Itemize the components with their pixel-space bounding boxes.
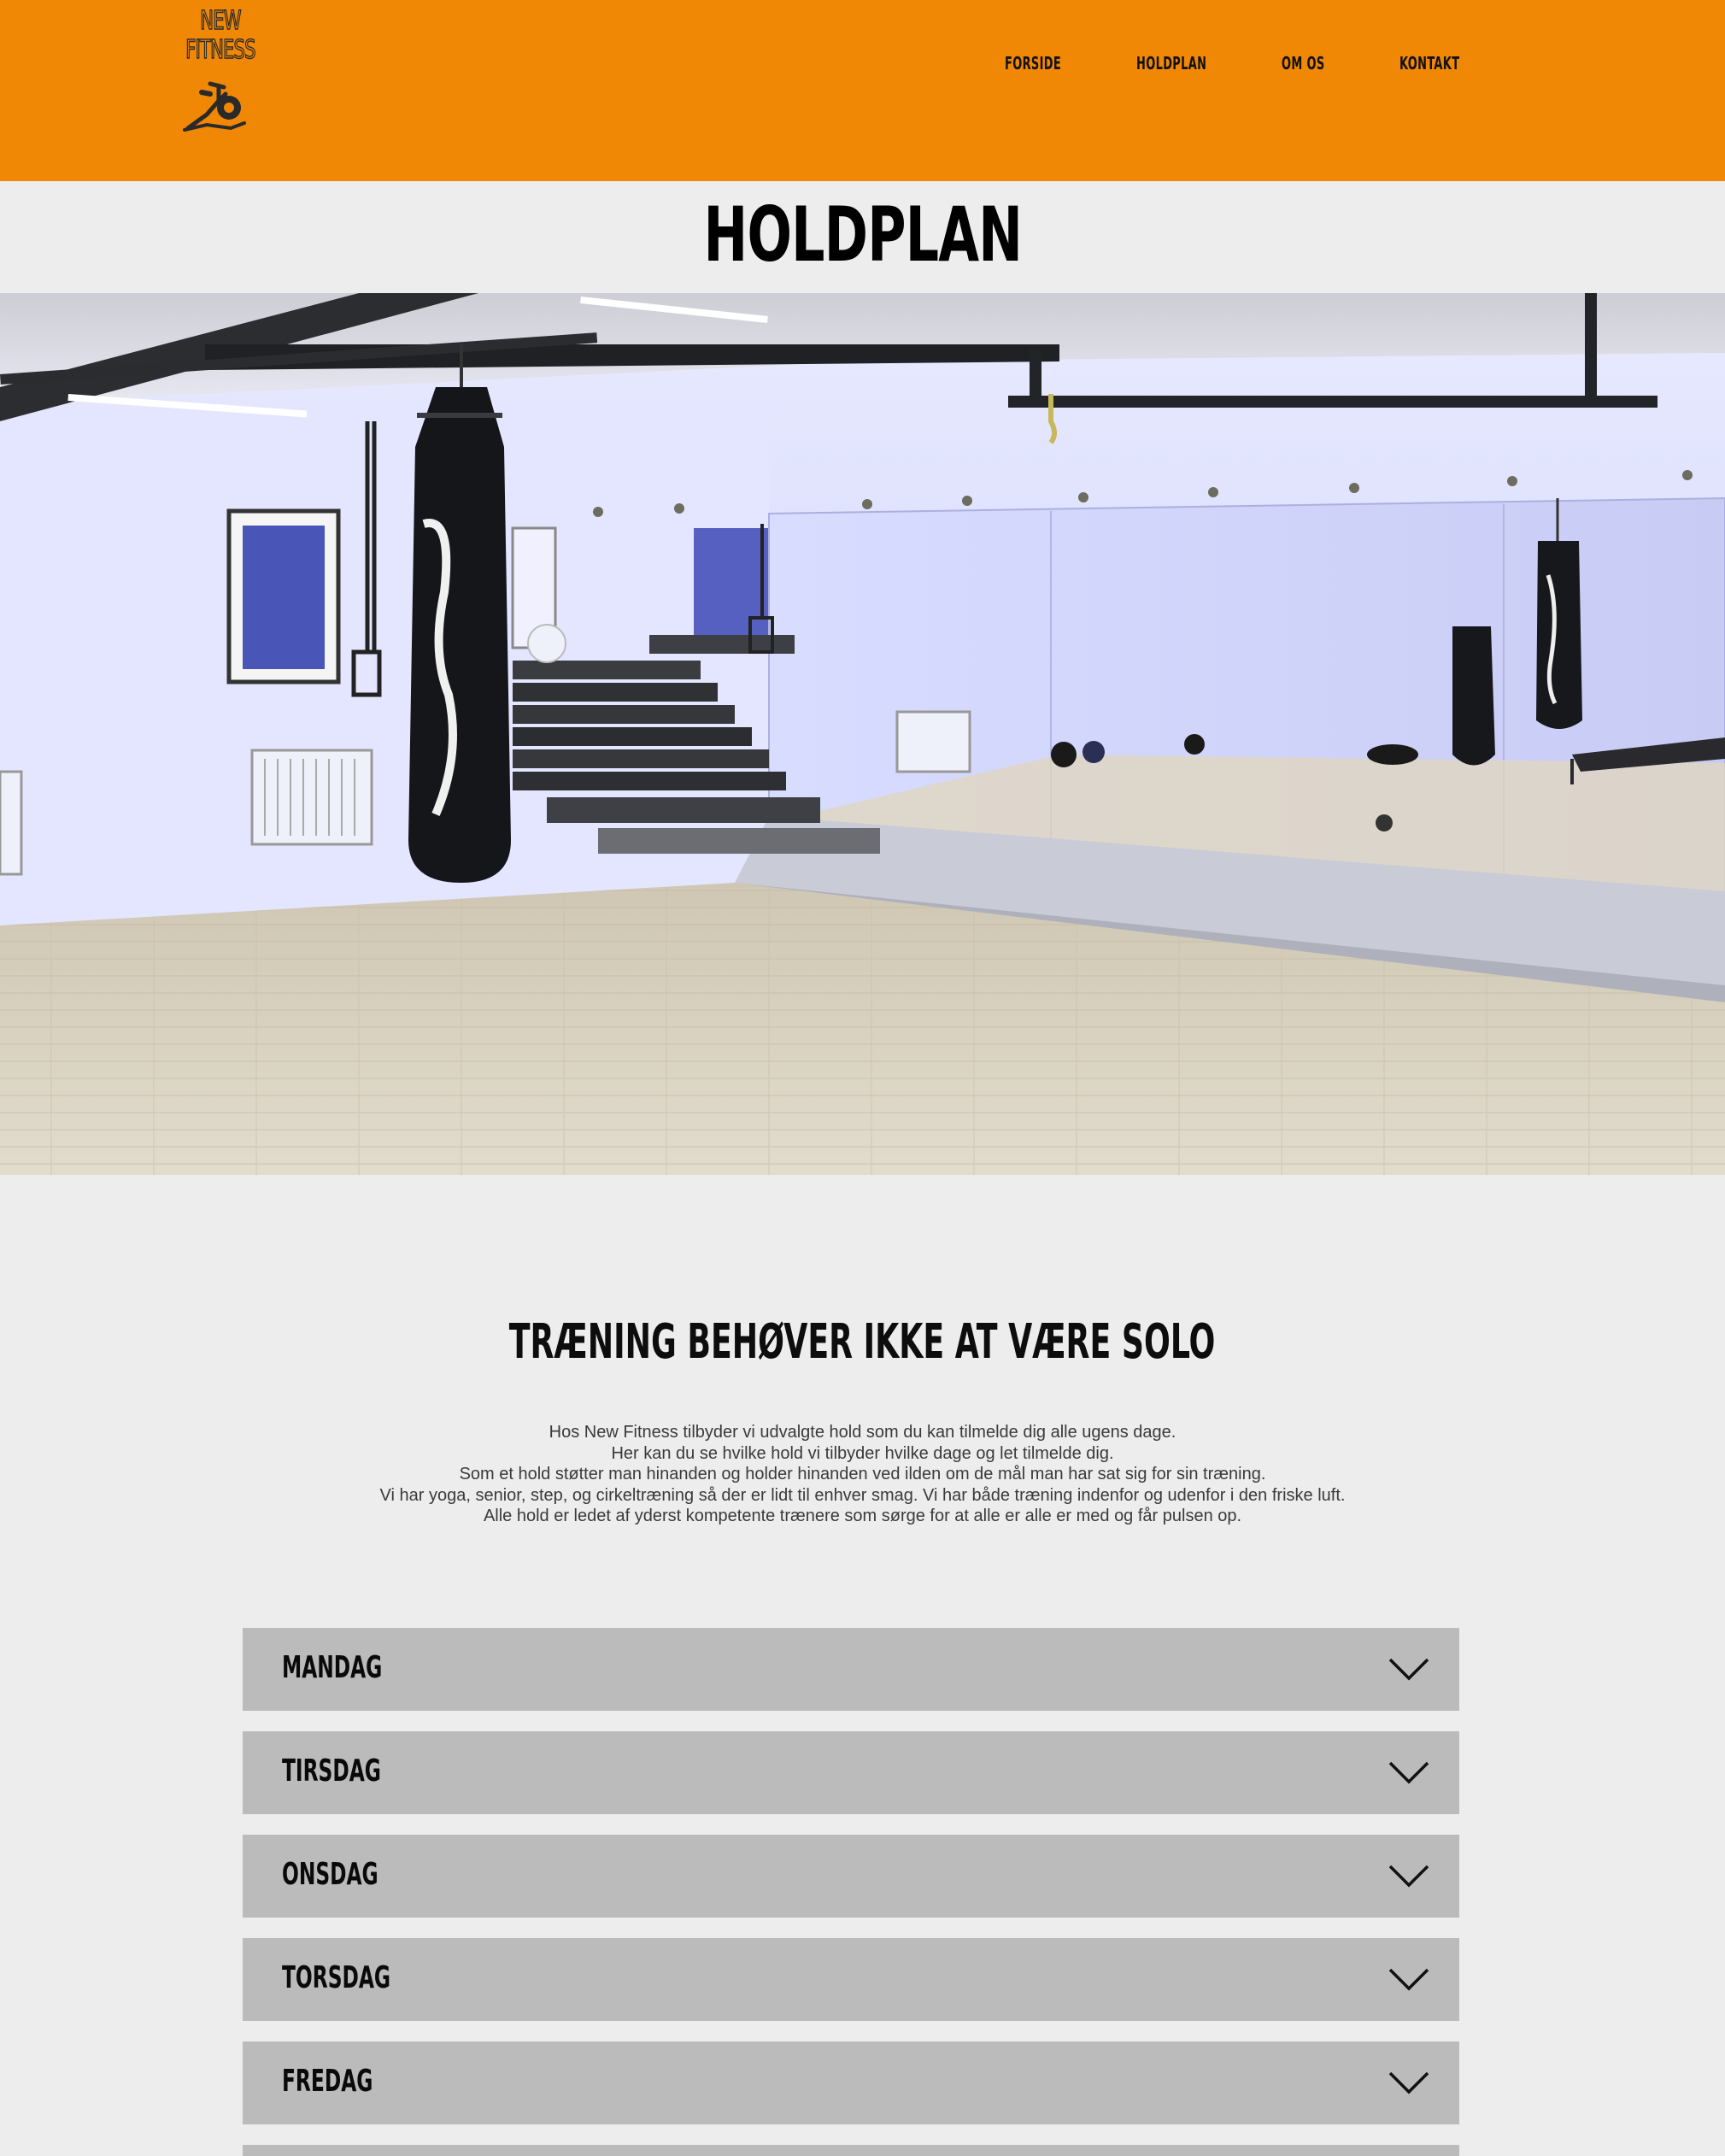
- day-label: TIRSDAG: [282, 1754, 381, 1789]
- page-title: HOLDPLAN: [0, 188, 1725, 282]
- accordion-item-partial[interactable]: [243, 2145, 1459, 2156]
- intro-line: Som et hold støtter man hinanden og hold…: [459, 1465, 1266, 1483]
- chevron-down-icon[interactable]: [1388, 1860, 1430, 1891]
- nav-kontakt[interactable]: KONTAKT: [1399, 53, 1459, 73]
- intro-line: Hos New Fitness tilbyder vi udvalgte hol…: [549, 1423, 1176, 1442]
- intro-line: Vi har yoga, senior, step, og cirkeltræn…: [379, 1485, 1346, 1505]
- logo-line-1: NEW: [200, 6, 242, 36]
- day-label: TORSDAG: [282, 1960, 391, 1995]
- nav-om-os[interactable]: OM OS: [1282, 53, 1325, 73]
- chevron-down-icon[interactable]: [1388, 1757, 1430, 1788]
- intro-text: Hos New Fitness tilbyder vi udvalgte hol…: [0, 1422, 1725, 1527]
- spinning-bike-icon: [183, 81, 246, 132]
- site-header: NEW FITNESS FORSIDE HOLDPLAN OM OS KONTA…: [0, 0, 1725, 181]
- logo[interactable]: NEW FITNESS: [169, 6, 272, 132]
- intro-line: Her kan du se hvilke hold vi tilbyder hv…: [611, 1443, 1114, 1463]
- hero-image: [0, 293, 1725, 1175]
- gym-interior-illustration: [0, 293, 1725, 1175]
- accordion-item-onsdag[interactable]: ONSDAG: [243, 1835, 1459, 1918]
- accordion-item-fredag[interactable]: FREDAG: [243, 2041, 1459, 2124]
- intro-line: Alle hold er ledet af yderst kompetente …: [483, 1507, 1242, 1525]
- chevron-down-icon[interactable]: [1388, 1654, 1430, 1684]
- logo-wordmark: NEW FITNESS: [180, 6, 261, 65]
- day-label: MANDAG: [282, 1650, 383, 1685]
- intro-heading-text: TRÆNING BEHØVER IKKE AT VÆRE SOLO: [509, 1314, 1216, 1370]
- page-title-text: HOLDPLAN: [703, 191, 1022, 279]
- chevron-down-icon[interactable]: [1388, 1964, 1430, 1994]
- chevron-down-icon[interactable]: [1388, 2067, 1430, 2098]
- accordion-item-mandag[interactable]: MANDAG: [243, 1628, 1459, 1711]
- logo-line-2: FITNESS: [185, 35, 256, 65]
- accordion-item-tirsdag[interactable]: TIRSDAG: [243, 1731, 1459, 1814]
- nav-holdplan[interactable]: HOLDPLAN: [1136, 53, 1206, 73]
- accordion-item-torsdag[interactable]: TORSDAG: [243, 1938, 1459, 2021]
- intro-heading: TRÆNING BEHØVER IKKE AT VÆRE SOLO: [0, 1312, 1725, 1373]
- nav-forside[interactable]: FORSIDE: [1005, 53, 1061, 73]
- day-label: ONSDAG: [282, 1857, 378, 1892]
- day-label: FREDAG: [282, 2064, 373, 2099]
